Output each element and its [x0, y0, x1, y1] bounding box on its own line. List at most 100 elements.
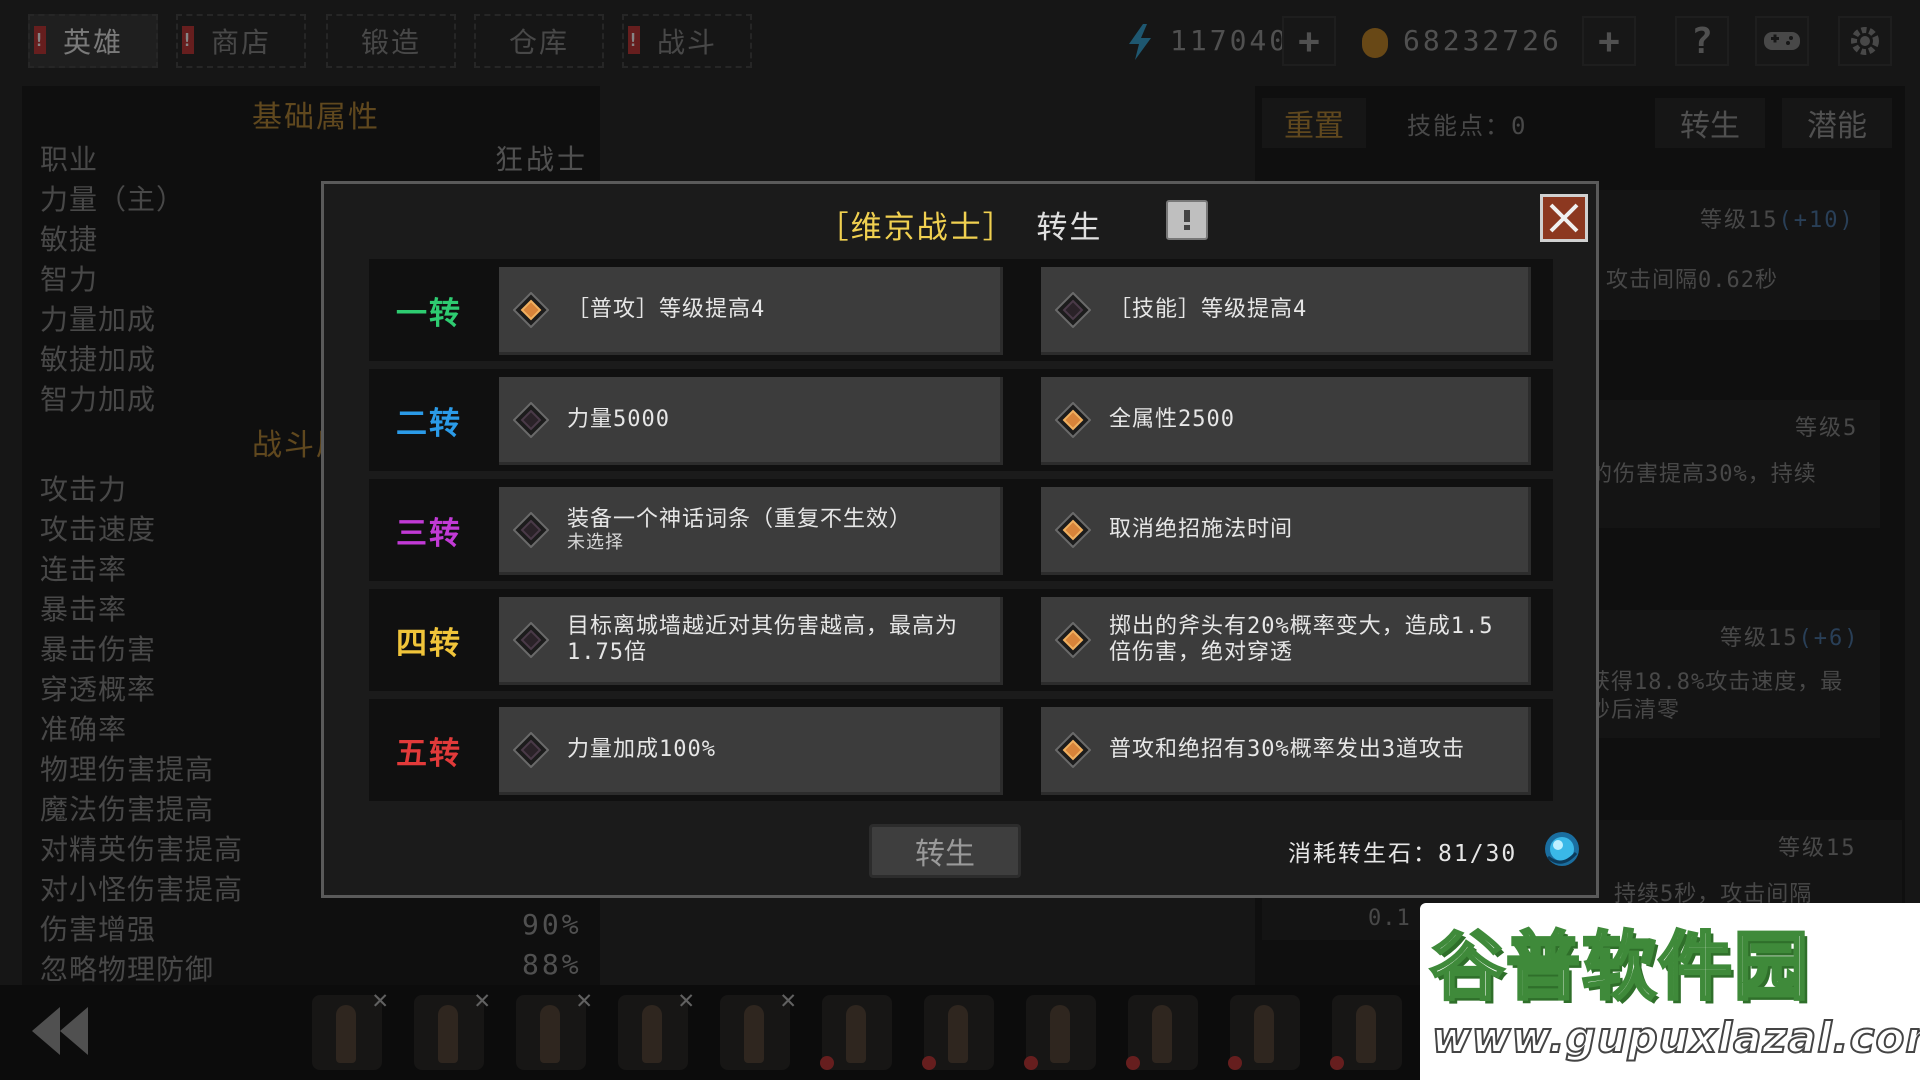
- selected-diamond-icon: [1054, 621, 1092, 659]
- alert-dot-icon: [922, 1056, 936, 1070]
- option-text: 普攻和绝招有30%概率发出3道攻击: [1109, 736, 1465, 762]
- tab-2[interactable]: ! 商店: [176, 14, 306, 68]
- tier-option-right[interactable]: ［技能］等级提高4: [1041, 267, 1531, 355]
- unavailable-mark-icon: ✕: [372, 985, 388, 1015]
- tier-option-right[interactable]: 普攻和绝招有30%概率发出3道攻击: [1041, 707, 1531, 795]
- tab-rebirth[interactable]: 转生: [1655, 98, 1765, 148]
- skill-card[interactable]: 等级15(+10) 攻击间隔0.62秒: [1570, 190, 1880, 320]
- hero-sprite: [438, 1005, 458, 1063]
- tab-label: 锻造: [360, 26, 421, 59]
- attribute-label: 对精英伤害提高: [40, 833, 244, 866]
- option-text: 目标离城墙越近对其伤害越高，最高为1.75倍: [567, 613, 959, 665]
- option-text-block: 取消绝招施法时间: [1109, 487, 1514, 572]
- watermark-title: 谷普软件园: [1429, 923, 1810, 1012]
- tab-potential[interactable]: 潜能: [1782, 98, 1892, 148]
- option-text-block: 力量5000: [567, 377, 986, 462]
- alert-icon: !: [628, 26, 640, 54]
- back-arrow-icon[interactable]: [30, 1005, 90, 1057]
- skill-desc: 的伤害提高30%，持续: [1590, 462, 1817, 487]
- tier-option-left[interactable]: ［普攻］等级提高4: [499, 267, 1003, 355]
- unavailable-mark-icon: ✕: [678, 985, 694, 1015]
- hero-thumbnail[interactable]: [1126, 995, 1198, 1070]
- hero-sprite: [744, 1005, 764, 1063]
- tier-option-right[interactable]: 取消绝招施法时间: [1041, 487, 1531, 575]
- tab-5[interactable]: ! 战斗: [622, 14, 752, 68]
- option-text-block: ［普攻］等级提高4: [567, 267, 986, 352]
- hero-thumbnail[interactable]: [1228, 995, 1300, 1070]
- reset-button[interactable]: 重置: [1262, 98, 1366, 148]
- tab-label: 战斗: [656, 26, 717, 59]
- cost-label: 消耗转生石：: [1288, 841, 1438, 867]
- tier-option-left[interactable]: 力量5000: [499, 377, 1003, 465]
- diamond-icon: [512, 621, 550, 659]
- add-energy-button[interactable]: +: [1282, 16, 1336, 66]
- option-text-block: 掷出的斧头有20%概率变大，造成1.5倍伤害，绝对穿透: [1109, 597, 1514, 682]
- tier-option-right[interactable]: 全属性2500: [1041, 377, 1531, 465]
- tab-4[interactable]: 仓库: [474, 14, 604, 68]
- tab-3[interactable]: 锻造: [326, 14, 456, 68]
- tier-row: 二转 力量5000 全属性2500: [369, 369, 1553, 471]
- hero-name: ［维京战士］: [817, 210, 1016, 246]
- tier-option-right[interactable]: 掷出的斧头有20%概率变大，造成1.5倍伤害，绝对穿透: [1041, 597, 1531, 685]
- alert-icon: !: [34, 26, 46, 54]
- hero-thumbnail[interactable]: ✕: [414, 985, 490, 1070]
- info-icon[interactable]: [1166, 200, 1208, 240]
- hero-thumbnail[interactable]: [1330, 995, 1402, 1070]
- alert-dot-icon: [1024, 1056, 1038, 1070]
- option-text-block: ［技能］等级提高4: [1109, 267, 1514, 352]
- skill-points: 技能点：0: [1407, 112, 1528, 140]
- alert-dot-icon: [1126, 1056, 1140, 1070]
- rebirth-button[interactable]: 转生: [869, 824, 1021, 878]
- tab-1[interactable]: ! 英雄: [28, 14, 158, 68]
- damage-boost-value: 90%: [522, 908, 582, 941]
- hero-thumbnail[interactable]: [922, 995, 994, 1070]
- skill-desc-2: 0.1: [1368, 906, 1411, 931]
- option-text: 全属性2500: [1109, 406, 1235, 432]
- alert-dot-icon: [1330, 1056, 1344, 1070]
- skill-desc-2: 秒后清零: [1588, 698, 1681, 723]
- unavailable-mark-icon: ✕: [576, 985, 592, 1015]
- rebirth-stone-icon: [1542, 829, 1582, 869]
- alert-icon: !: [182, 26, 194, 54]
- watermark-url: www.gupuxlazal.com: [1431, 1012, 1920, 1063]
- hero-thumbnail[interactable]: ✕: [516, 985, 592, 1070]
- tier-option-left[interactable]: 装备一个神话词条（重复不生效） 未选择: [499, 487, 1003, 575]
- skill-level: 等级15(+6): [1720, 626, 1860, 651]
- close-button[interactable]: [1540, 194, 1588, 242]
- hero-sprite: [1356, 1005, 1376, 1063]
- tier-row: 一转 ［普攻］等级提高4 ［技能］等级提高4: [369, 259, 1553, 361]
- option-text: 力量5000: [567, 406, 670, 432]
- attribute-label: 穿透概率: [40, 673, 157, 706]
- gear-icon[interactable]: [1838, 16, 1892, 66]
- skill-level: 等级5: [1795, 416, 1859, 441]
- hero-thumbnail[interactable]: ✕: [720, 985, 796, 1070]
- hero-sprite: [1050, 1005, 1070, 1063]
- hero-sprite: [1254, 1005, 1274, 1063]
- hero-thumbnail[interactable]: ✕: [618, 985, 694, 1070]
- gamepad-icon[interactable]: [1755, 16, 1809, 66]
- tier-row: 四转 目标离城墙越近对其伤害越高，最高为1.75倍 掷出的斧头有20%概率变大，造成…: [369, 589, 1553, 691]
- tier-label: 五转: [396, 735, 462, 772]
- hero-thumbnail[interactable]: ✕: [312, 985, 388, 1070]
- tier-option-left[interactable]: 力量加成100%: [499, 707, 1003, 795]
- tab-label: 英雄: [62, 26, 123, 59]
- skill-card[interactable]: 等级15(+6) 获得18.8%攻击速度，最 秒后清零: [1570, 610, 1880, 738]
- diamond-icon: [512, 731, 550, 769]
- skill-card[interactable]: 等级5 的伤害提高30%，持续: [1570, 400, 1880, 528]
- tier-option-left[interactable]: 目标离城墙越近对其伤害越高，最高为1.75倍: [499, 597, 1003, 685]
- tier-label: 三转: [396, 515, 462, 552]
- rebirth-dialog: ［维京战士］ 转生 一转 ［普攻］等级提高4 ［技能］等级提高4 二转 力量5000 全属…: [321, 181, 1599, 898]
- hero-thumbnail[interactable]: [1024, 995, 1096, 1070]
- dialog-title: ［维京战士］ 转生: [324, 202, 1596, 247]
- skill-level: 等级15(+10): [1700, 208, 1855, 233]
- attribute-label: 准确率: [40, 713, 128, 746]
- help-icon[interactable]: ?: [1675, 16, 1729, 66]
- add-gold-button[interactable]: +: [1582, 16, 1636, 66]
- option-text: 力量加成100%: [567, 736, 716, 762]
- hero-sprite: [642, 1005, 662, 1063]
- hero-thumbnail[interactable]: [820, 995, 892, 1070]
- option-text: 取消绝招施法时间: [1109, 516, 1294, 542]
- tab-label: 仓库: [508, 26, 569, 59]
- lightning-icon: [1125, 24, 1155, 60]
- dialog-action: 转生: [1036, 210, 1103, 246]
